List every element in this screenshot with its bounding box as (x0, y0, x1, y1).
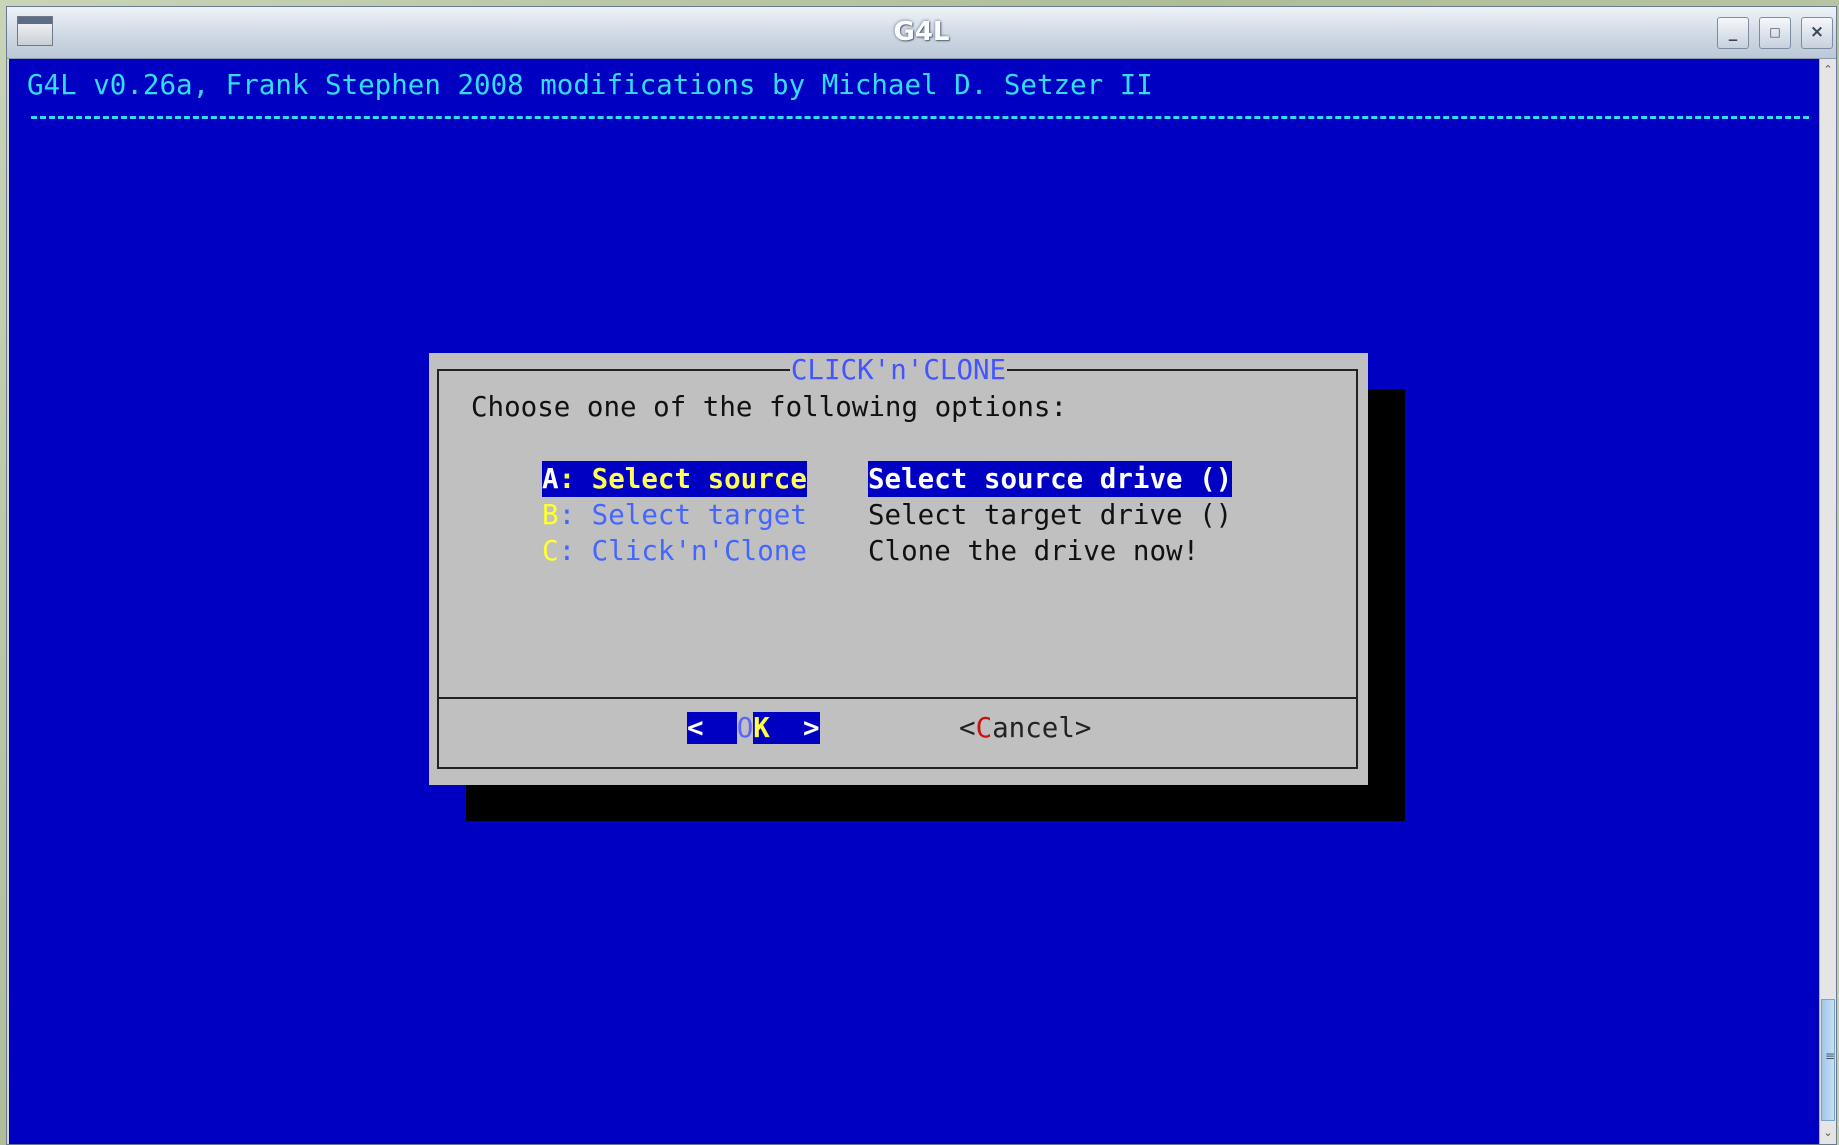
menu-item-hotkey: B (542, 499, 559, 531)
close-button[interactable]: × (1801, 17, 1833, 49)
window-title: G4L (893, 17, 950, 47)
maximize-button[interactable]: □ (1759, 17, 1791, 49)
menu-item-description: Select target drive () (868, 499, 1233, 531)
dialog-prompt: Choose one of the following options: (471, 391, 1068, 423)
cancel-bracket-right: > (1074, 712, 1092, 744)
menu-item-description: Clone the drive now! (868, 535, 1200, 567)
menu-item-tag: C: Click'n'Clone (542, 533, 807, 569)
menu-item-tag: A: Select source (542, 461, 807, 497)
dialog-buttons: < OK > <Cancel> (429, 709, 1368, 749)
menu-item-hotkey: C (542, 535, 559, 567)
header-banner: G4L v0.26a, Frank Stephen 2008 modificat… (27, 69, 1153, 101)
header-divider (31, 116, 1809, 119)
ok-label-o: O (736, 712, 754, 744)
dialog-title-text: CLICK'n'CLONE (789, 354, 1008, 386)
menu-item-hotkey: A (542, 463, 559, 495)
scroll-up-arrow-icon[interactable]: ⌃ (1820, 63, 1836, 79)
ok-label-k: K (753, 712, 770, 744)
cancel-bracket-left: < (959, 712, 976, 744)
menu-item-select-target[interactable]: B: Select target Select target drive () (542, 497, 1232, 533)
menu-item-select-source[interactable]: A: Select source Select source drive () (542, 461, 1233, 497)
menu-item-label: : Select source (558, 463, 807, 495)
click-n-clone-dialog: CLICK'n'CLONE Choose one of the followin… (429, 353, 1368, 785)
ok-button[interactable]: < OK > (687, 709, 820, 747)
terminal-screen[interactable]: G4L v0.26a, Frank Stephen 2008 modificat… (9, 59, 1819, 1144)
scrollbar-thumb[interactable]: ≡ (1821, 999, 1835, 1121)
cancel-label: ancel (992, 712, 1075, 744)
title-bar[interactable]: G4L _ □ × (7, 7, 1836, 59)
options-menu: A: Select source Select source drive () … (542, 461, 1233, 569)
menu-item-click-n-clone[interactable]: C: Click'n'Clone Clone the drive now! (542, 533, 1199, 569)
terminal-window: G4L _ □ × G4L v0.26a, Frank Stephen 2008… (6, 6, 1837, 1145)
menu-item-description: Select source drive () (868, 461, 1233, 497)
ok-bracket-right: > (802, 712, 820, 744)
cancel-hotkey: C (975, 712, 993, 744)
minimize-button[interactable]: _ (1717, 17, 1749, 49)
ok-bracket-left: < (687, 712, 704, 744)
menu-item-label: : Click'n'Clone (558, 535, 807, 567)
dialog-separator (437, 697, 1358, 699)
dialog-title: CLICK'n'CLONE (429, 353, 1368, 387)
vertical-scrollbar[interactable]: ⌃ ≡ ⌄ (1819, 59, 1836, 1144)
menu-item-tag: B: Select target (542, 497, 807, 533)
cancel-button[interactable]: <Cancel> (959, 709, 1091, 747)
menu-item-label: : Select target (558, 499, 807, 531)
scroll-down-arrow-icon[interactable]: ⌄ (1820, 1126, 1836, 1142)
